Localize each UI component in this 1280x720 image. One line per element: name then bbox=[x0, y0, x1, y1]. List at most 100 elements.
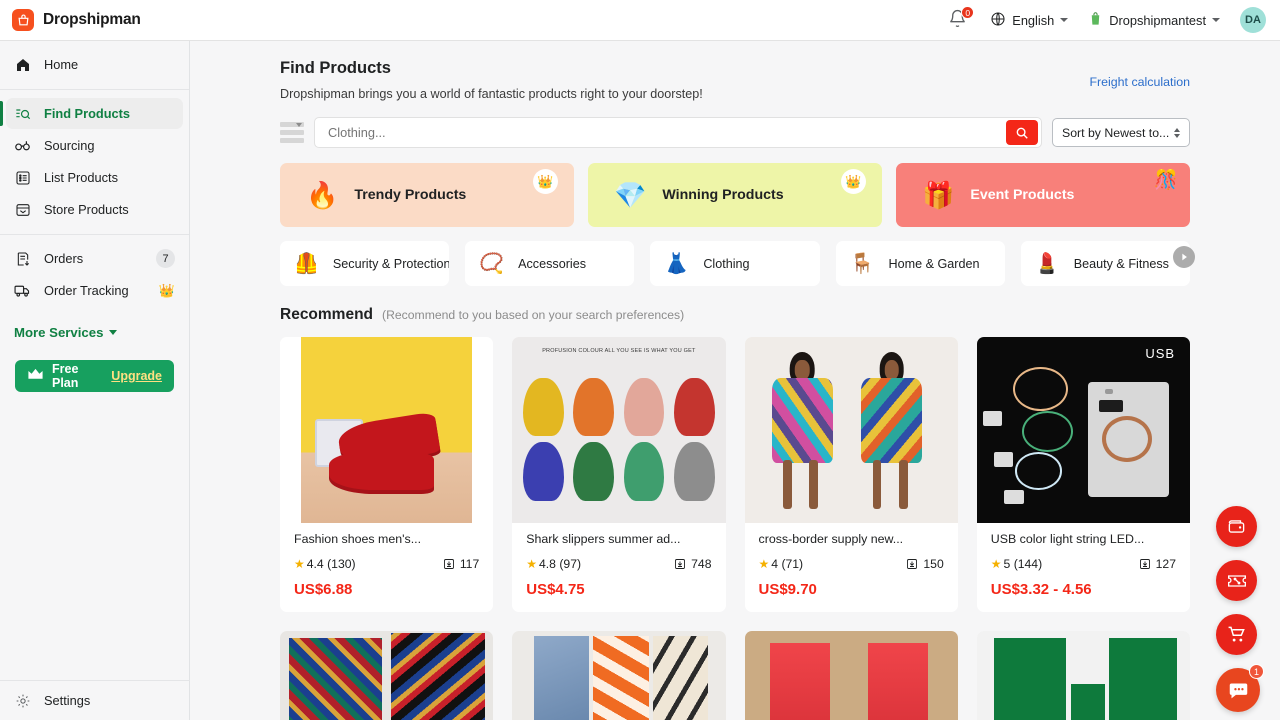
product-price: US$4.75 bbox=[526, 581, 585, 598]
chat-icon bbox=[1229, 683, 1247, 698]
product-card[interactable] bbox=[744, 631, 958, 720]
sidebar-item-settings[interactable]: Settings bbox=[0, 680, 190, 720]
category-home-garden[interactable]: 🪑 Home & Garden bbox=[835, 241, 1005, 286]
free-plan-upgrade-button[interactable]: Free Plan Upgrade bbox=[15, 360, 174, 392]
freight-calculation-link[interactable]: Freight calculation bbox=[1089, 75, 1190, 89]
wallet-fab-button[interactable] bbox=[1216, 506, 1257, 547]
product-card[interactable] bbox=[512, 631, 726, 720]
search-input[interactable] bbox=[328, 118, 1006, 147]
gift-icon: 🎁 bbox=[922, 180, 955, 210]
gift-sparkle-icon: 🎊 bbox=[1154, 170, 1178, 191]
product-title: cross-border supply new... bbox=[758, 532, 904, 546]
sidebar-item-store-products[interactable]: Store Products bbox=[6, 194, 183, 225]
more-services-toggle[interactable]: More Services bbox=[0, 315, 189, 344]
sidebar-group-orders: Orders 7 Order Tracking 👑 bbox=[0, 235, 189, 315]
find-products-icon bbox=[14, 105, 31, 122]
sidebar-group-main: Home bbox=[0, 41, 189, 90]
crown-icon: 👑 bbox=[841, 169, 866, 194]
product-card[interactable]: cross-border supply new... ★ 4 (71) 150 … bbox=[744, 337, 958, 612]
up-down-arrows-icon bbox=[1174, 127, 1180, 138]
product-card[interactable]: USB USB color light string LED... ★ 5 (1… bbox=[976, 337, 1190, 612]
product-image bbox=[280, 337, 494, 523]
sidebar-item-label: Orders bbox=[44, 251, 84, 266]
chat-fab-button[interactable]: 1 bbox=[1216, 664, 1264, 712]
page-header: Find Products Dropshipman brings you a w… bbox=[190, 41, 1280, 101]
recommend-header: Recommend (Recommend to you based on you… bbox=[190, 286, 1280, 324]
page-title: Find Products bbox=[280, 59, 391, 77]
promo-trendy-products[interactable]: 🔥 Trendy Products 👑 bbox=[280, 163, 574, 227]
image-caption: USB bbox=[1145, 346, 1176, 362]
product-title: Fashion shoes men's... bbox=[294, 532, 422, 546]
sidebar: Home Find Products Sourcing List Product… bbox=[0, 41, 190, 720]
chevron-down-icon bbox=[1212, 18, 1220, 22]
furniture-icon: 🪑 bbox=[849, 252, 875, 275]
product-reviews: (144) bbox=[1013, 557, 1043, 571]
language-label: English bbox=[1012, 12, 1055, 28]
fire-icon: 🔥 bbox=[306, 180, 339, 210]
product-image bbox=[744, 337, 958, 523]
download-icon bbox=[907, 559, 918, 569]
product-info: cross-border supply new... ★ 4 (71) 150 … bbox=[745, 523, 958, 612]
sidebar-item-sourcing[interactable]: Sourcing bbox=[6, 130, 183, 161]
sidebar-item-list-products[interactable]: List Products bbox=[6, 162, 183, 193]
sidebar-item-orders[interactable]: Orders 7 bbox=[6, 243, 183, 274]
product-rating: 4.8 bbox=[539, 557, 556, 571]
sidebar-item-home[interactable]: Home bbox=[6, 49, 183, 80]
cart-fab-button[interactable] bbox=[1216, 614, 1257, 655]
store-selector[interactable]: Dropshipmantest bbox=[1088, 11, 1220, 30]
sidebar-item-label: Home bbox=[44, 57, 79, 72]
upgrade-link[interactable]: Upgrade bbox=[111, 369, 162, 383]
image-caption: PROFUSION COLOUR ALL YOU SEE IS WHAT YOU… bbox=[542, 348, 696, 355]
product-image bbox=[744, 631, 958, 720]
product-image: USB bbox=[976, 337, 1190, 523]
top-bar-actions: 0 English Dropshipmantest DA bbox=[948, 6, 1280, 33]
chat-badge: 1 bbox=[1249, 664, 1264, 679]
notifications-button[interactable]: 0 bbox=[948, 6, 975, 31]
promo-event-products[interactable]: 🎁 Event Products 🎊 bbox=[896, 163, 1190, 227]
star-icon: ★ bbox=[990, 557, 1002, 571]
top-bar: Dropshipman 0 English Dropshipmantest DA bbox=[0, 0, 1280, 41]
product-image bbox=[976, 631, 1190, 720]
product-image: PROFUSION COLOUR ALL YOU SEE IS WHAT YOU… bbox=[512, 337, 726, 523]
product-card[interactable]: PROFUSION COLOUR ALL YOU SEE IS WHAT YOU… bbox=[512, 337, 726, 612]
necklace-icon: 📿 bbox=[479, 252, 505, 275]
brand[interactable]: Dropshipman bbox=[0, 9, 190, 31]
product-card[interactable]: Fashion shoes men's... ★ 4.4 (130) 117 U… bbox=[280, 337, 494, 612]
coupon-fab-button[interactable] bbox=[1216, 560, 1257, 601]
avatar[interactable]: DA bbox=[1240, 7, 1266, 33]
category-accessories[interactable]: 📿 Accessories bbox=[465, 241, 635, 286]
lipstick-icon: 💄 bbox=[1034, 252, 1060, 275]
more-services-label: More Services bbox=[14, 325, 104, 340]
plan-label: Free Plan bbox=[52, 362, 79, 390]
sidebar-group-products: Find Products Sourcing List Products Sto… bbox=[0, 90, 189, 235]
search-button[interactable] bbox=[1006, 120, 1038, 145]
product-meta: ★ 5 (144) 127 bbox=[991, 557, 1176, 571]
recommend-subtitle: (Recommend to you based on your search p… bbox=[382, 308, 685, 322]
chevron-right-circle-icon[interactable] bbox=[1173, 245, 1195, 268]
sidebar-item-label: Order Tracking bbox=[44, 283, 129, 298]
category-security-protection[interactable]: 🦺 Security & Protection bbox=[280, 241, 450, 286]
shopify-bag-icon bbox=[1088, 11, 1103, 30]
wallet-icon bbox=[1228, 520, 1245, 533]
crown-icon: 👑 bbox=[533, 169, 558, 194]
category-clothing[interactable]: 👗 Clothing bbox=[650, 241, 820, 286]
language-selector[interactable]: English bbox=[990, 11, 1069, 30]
product-price: US$6.88 bbox=[294, 581, 353, 598]
promo-winning-products[interactable]: 💎 Winning Products 👑 bbox=[588, 163, 882, 227]
list-products-icon bbox=[14, 169, 31, 186]
sidebar-item-order-tracking[interactable]: Order Tracking 👑 bbox=[6, 275, 183, 306]
product-info: Shark slippers summer ad... ★ 4.8 (97) 7… bbox=[512, 523, 725, 612]
category-beauty-fitness[interactable]: 💄 Beauty & Fitness bbox=[1020, 241, 1191, 286]
filter-list-icon[interactable] bbox=[280, 120, 304, 146]
download-icon bbox=[1139, 559, 1150, 569]
product-card[interactable] bbox=[280, 631, 494, 720]
sort-select[interactable]: Sort by Newest to... bbox=[1052, 118, 1190, 147]
product-card[interactable] bbox=[976, 631, 1190, 720]
promo-cards: 🔥 Trendy Products 👑 💎 Winning Products 👑… bbox=[190, 148, 1280, 227]
truck-icon bbox=[14, 282, 31, 299]
sidebar-item-label: Find Products bbox=[44, 106, 131, 121]
product-info: USB color light string LED... ★ 5 (144) … bbox=[977, 523, 1190, 612]
sidebar-item-find-products[interactable]: Find Products bbox=[0, 98, 183, 129]
sidebar-item-label: Store Products bbox=[44, 202, 129, 217]
chevron-down-icon bbox=[296, 123, 302, 127]
